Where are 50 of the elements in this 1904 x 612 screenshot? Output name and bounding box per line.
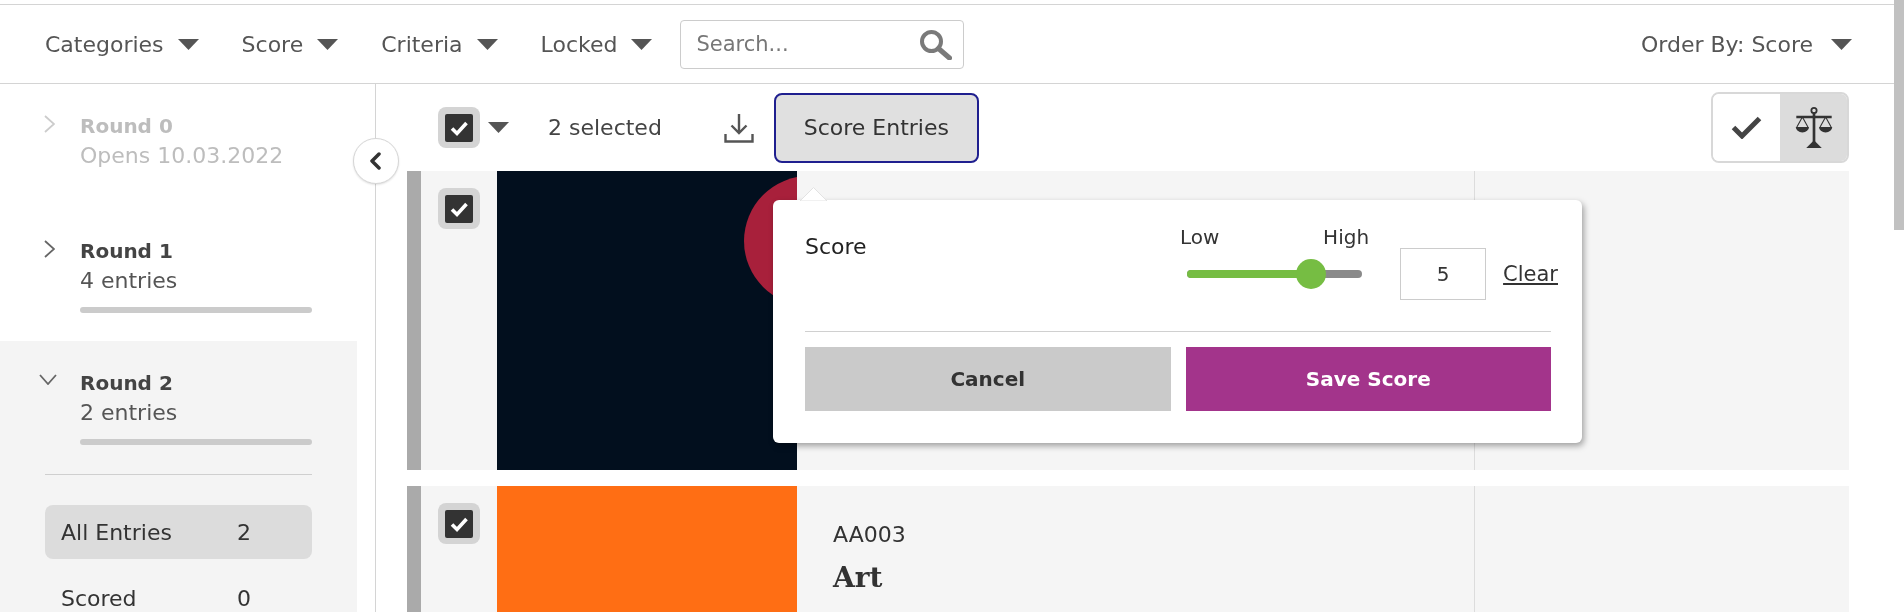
view-toggle-button[interactable] [1780,94,1847,161]
high-label: High [1323,224,1370,250]
save-score-button[interactable]: Save Score [1185,347,1551,411]
check-icon [445,509,473,538]
check-icon [445,113,473,142]
collapse-button[interactable] [353,138,399,184]
filter-dropdown[interactable]: Locked [540,31,653,57]
check-icon [445,194,473,223]
search-field[interactable]: Search... [680,19,965,69]
scrollbar[interactable] [1894,0,1904,230]
caret-icon [317,38,339,50]
sidebar-item[interactable]: All Entries 2 [45,505,312,559]
entry-title: Art [833,560,883,596]
scales-icon [1794,106,1833,149]
round-subtitle: 2 entries [80,399,178,427]
low-label: Low [1180,224,1220,250]
check-icon [1731,116,1762,139]
checkbox[interactable] [438,107,480,148]
score-label: Score [805,233,868,261]
score-input[interactable]: 5 [1400,248,1487,300]
chevron-down-icon[interactable] [39,374,57,385]
round-title[interactable]: Round 2 [80,368,173,398]
filter-dropdown[interactable]: Categories [45,31,199,57]
selection-count: 2 selected [548,115,662,140]
checkbox[interactable] [438,188,480,229]
chevron-right-icon[interactable] [44,240,55,258]
filter-dropdown[interactable]: Criteria [381,31,498,57]
clear-link[interactable]: Clear [1503,261,1558,287]
entry-count: 0 [237,585,252,611]
chevron-left-icon [369,152,381,170]
slider-thumb[interactable] [1296,259,1327,289]
caret-icon [177,38,199,50]
filter-dropdown[interactable]: Score [241,31,339,57]
score-entries-button[interactable]: Score Entries [773,92,979,163]
round-title[interactable]: Round 1 [80,236,173,266]
round-subtitle: 4 entries [80,267,178,295]
score-slider[interactable] [1187,259,1363,289]
entry-code: AA003 [833,521,906,549]
download-icon[interactable] [723,112,754,143]
caret-icon [476,38,498,50]
entry-count: 2 [237,519,252,545]
search-icon[interactable] [920,29,953,60]
caret-icon[interactable] [488,122,509,133]
caret-icon [1831,38,1852,50]
sidebar-item[interactable]: Scored 0 [45,571,312,612]
order-by-dropdown[interactable]: Order By: Score [1640,31,1852,57]
checkbox[interactable] [438,503,480,544]
caret-icon [631,38,653,50]
round-subtitle: Opens 10.03.2022 [80,142,284,170]
cancel-button[interactable]: Cancel [805,347,1171,411]
